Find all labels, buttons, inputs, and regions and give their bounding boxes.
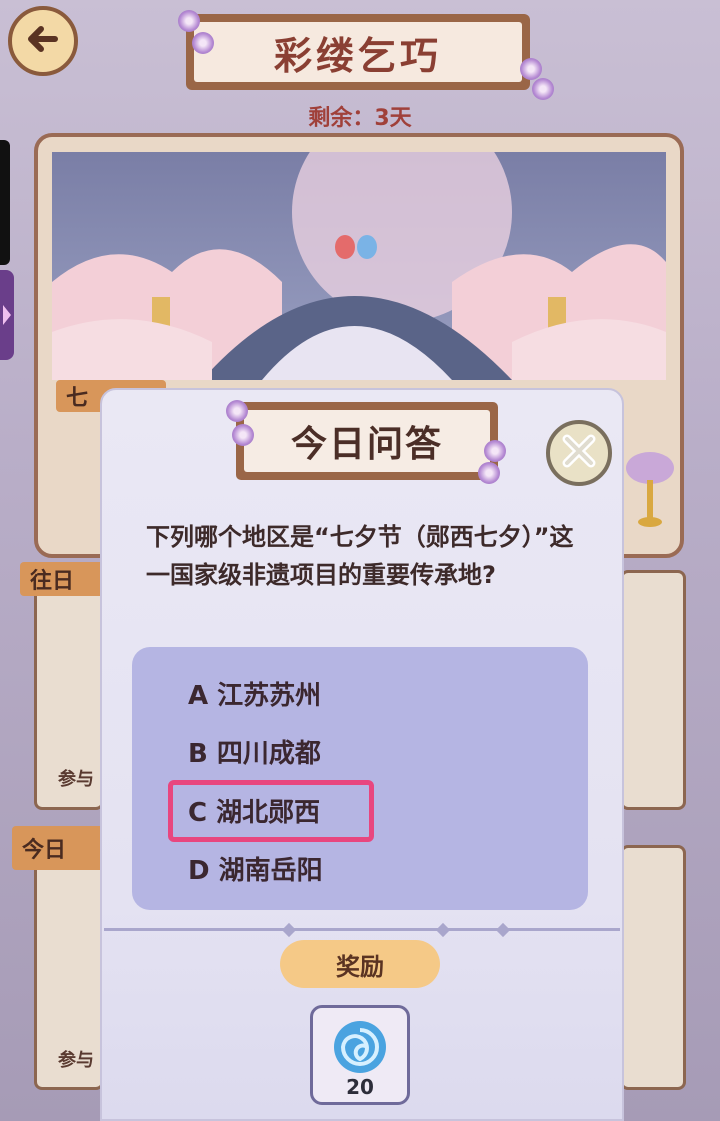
flower-decoration-icon bbox=[484, 440, 506, 462]
blue-swirl-orb-icon bbox=[331, 1018, 389, 1080]
right-task-card[interactable] bbox=[620, 845, 686, 1090]
remaining-days: 剩余：3天 bbox=[308, 106, 412, 131]
flower-decoration-icon bbox=[232, 424, 254, 446]
selected-option-highlight bbox=[168, 780, 374, 842]
participate-label: 参与 bbox=[58, 1050, 94, 1071]
quiz-question: 下列哪个地区是“七夕节（郧西七夕）”这一国家级非遗项目的重要传承地? bbox=[146, 523, 574, 589]
flower-decoration-icon bbox=[192, 32, 214, 54]
close-button[interactable] bbox=[546, 420, 612, 486]
divider bbox=[104, 928, 620, 931]
magpie-bridge-scene bbox=[52, 152, 666, 380]
flower-decoration-icon bbox=[478, 462, 500, 484]
flower-decoration-icon bbox=[532, 78, 554, 100]
arrow-left-icon bbox=[23, 19, 63, 63]
reward-count: 20 bbox=[346, 1075, 374, 1099]
side-panel-tab[interactable] bbox=[0, 140, 10, 265]
close-icon bbox=[559, 431, 599, 475]
today-task-tag: 今日 bbox=[12, 826, 108, 870]
reward-label: 奖励 bbox=[280, 940, 440, 988]
lantern-icon bbox=[620, 440, 680, 530]
side-expand-tab[interactable] bbox=[0, 270, 14, 360]
option-d[interactable]: D 湖南岳阳 bbox=[188, 850, 323, 887]
option-b[interactable]: B 四川成都 bbox=[188, 733, 321, 770]
page-title: 彩缕乞巧 bbox=[194, 22, 522, 82]
flower-decoration-icon bbox=[226, 400, 248, 422]
event-title-board: 彩缕乞巧 bbox=[186, 14, 530, 90]
past-task-tag: 往日 bbox=[20, 562, 110, 596]
flower-decoration-icon bbox=[178, 10, 200, 32]
right-task-card[interactable] bbox=[620, 570, 686, 810]
participate-label: 参与 bbox=[58, 769, 94, 790]
dialog-title: 今日问答 bbox=[244, 410, 490, 472]
flower-decoration-icon bbox=[520, 58, 542, 80]
back-button[interactable] bbox=[8, 6, 78, 76]
dialog-title-board: 今日问答 bbox=[236, 402, 498, 480]
option-a[interactable]: A 江苏苏州 bbox=[188, 675, 321, 712]
